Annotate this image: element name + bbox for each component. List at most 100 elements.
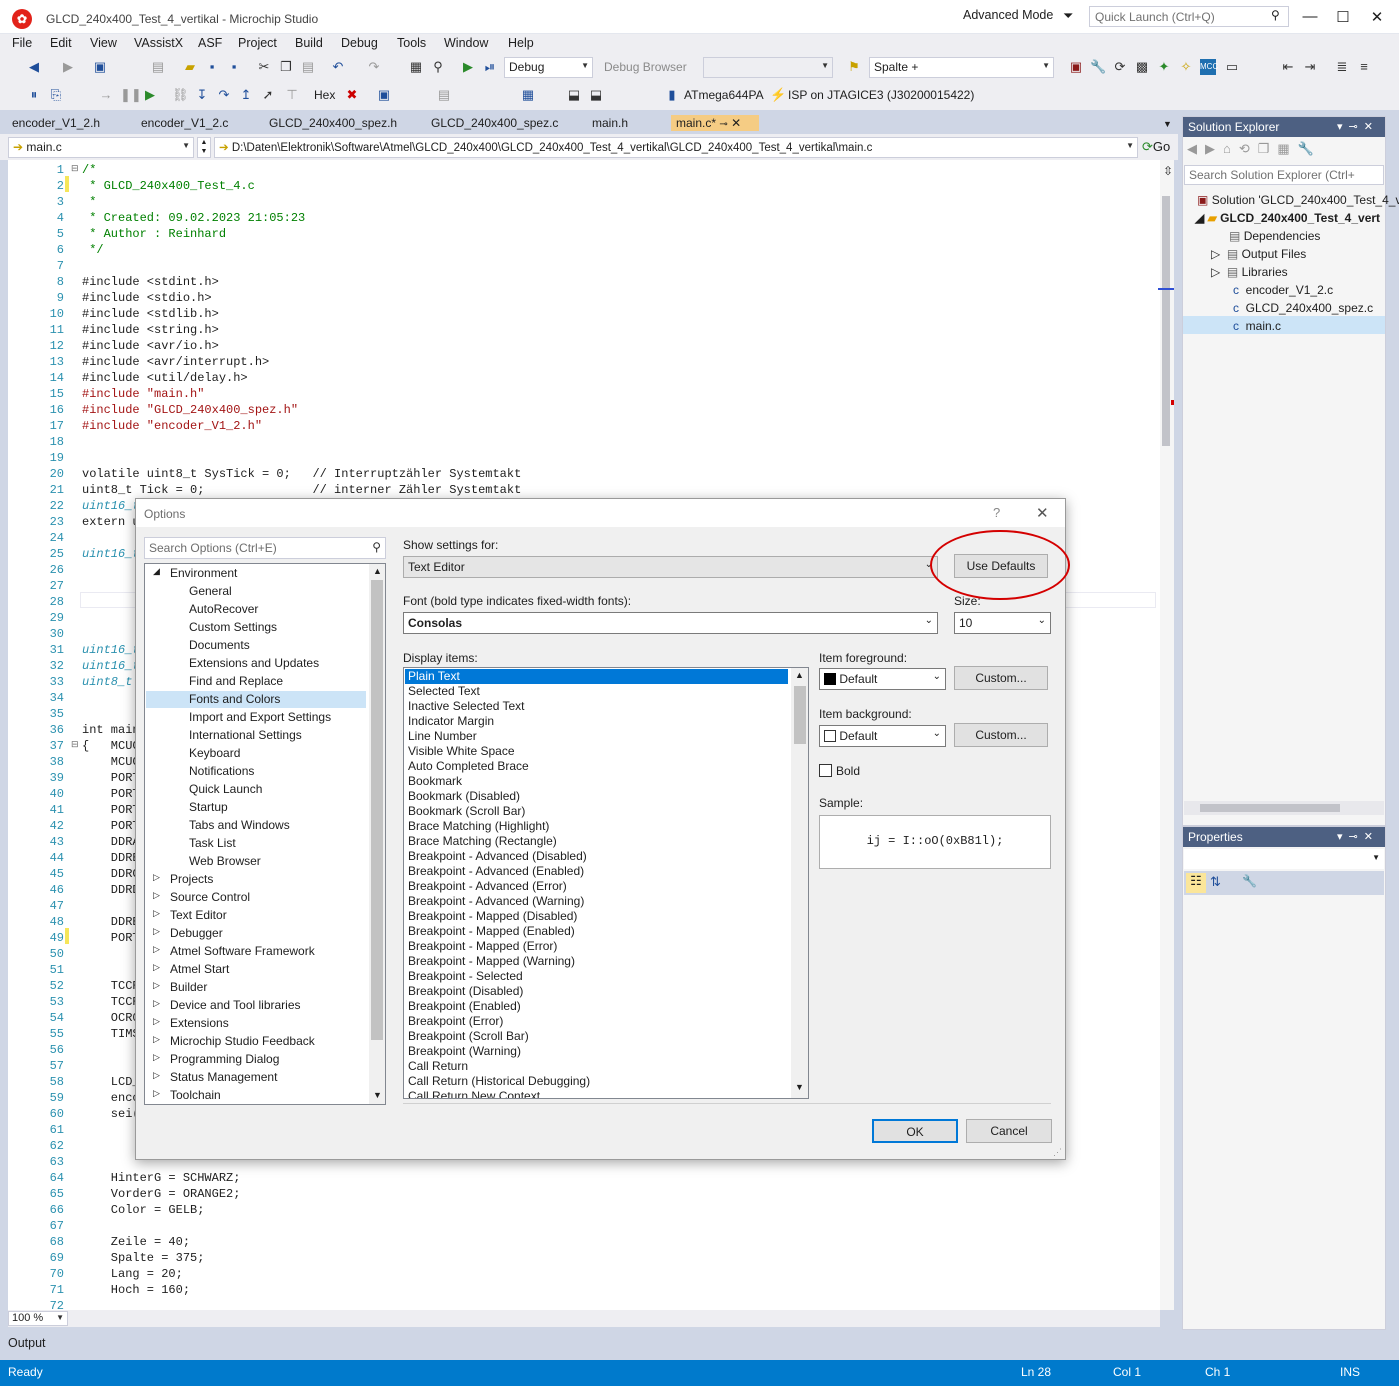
- code-line[interactable]: * Created: 09.02.2023 21:05:23: [82, 210, 305, 226]
- start-debugging-icon[interactable]: ▶: [460, 59, 476, 75]
- tree-solution[interactable]: ▣ Solution 'GLCD_240x400_Test_4_v: [1197, 193, 1399, 207]
- tools-icon[interactable]: 🔧: [1090, 59, 1106, 75]
- expand-icon[interactable]: ▷: [1211, 247, 1220, 261]
- scroll-up-icon[interactable]: ▲: [373, 566, 382, 576]
- scroll-thumb[interactable]: [794, 686, 806, 744]
- expand-icon[interactable]: ▷: [153, 1088, 160, 1099]
- tree-file-encoder[interactable]: c encoder_V1_2.c: [1233, 283, 1333, 297]
- code-line[interactable]: LCD_: [82, 1074, 140, 1090]
- forward-icon[interactable]: ▶: [60, 59, 76, 75]
- tab-glcd-spez-c[interactable]: GLCD_240x400_spez.c: [431, 116, 558, 130]
- resize-grip-icon[interactable]: ⋰: [1053, 1147, 1062, 1158]
- expand-icon[interactable]: ▷: [153, 926, 160, 937]
- processor-view-icon[interactable]: ▦: [520, 87, 536, 103]
- code-line[interactable]: #include <string.h>: [82, 322, 219, 338]
- property-pages-icon[interactable]: 🔧: [1242, 874, 1257, 888]
- menu-window[interactable]: Window: [444, 36, 488, 50]
- alphabetical-icon[interactable]: ⇅: [1210, 874, 1221, 890]
- se-toolbar[interactable]: ◀▶⌂⟲❐▦🔧: [1187, 141, 1322, 157]
- code-line[interactable]: DDRB: [82, 850, 140, 866]
- display-item[interactable]: Breakpoint - Advanced (Error): [408, 879, 567, 894]
- expand-icon[interactable]: ▷: [1211, 265, 1220, 279]
- maximize-button[interactable]: ☐: [1333, 8, 1353, 26]
- font-select[interactable]: Consolas ⌄: [403, 612, 938, 634]
- pause-icon[interactable]: ❚❚: [120, 87, 142, 103]
- code-line[interactable]: *: [82, 194, 96, 210]
- panel-controls-icon[interactable]: ▾⊸✕: [1337, 830, 1379, 843]
- tree-project[interactable]: ◢ ▰ GLCD_240x400_Test_4_vert: [1195, 211, 1380, 225]
- options-tree-item[interactable]: Fonts and Colors: [189, 692, 280, 706]
- expand-icon[interactable]: ▷: [153, 872, 160, 883]
- code-line[interactable]: uint16_t: [82, 642, 140, 658]
- display-item[interactable]: Call Return: [408, 1059, 468, 1074]
- add-item-icon[interactable]: ▤: [150, 59, 166, 75]
- code-line[interactable]: DDRD: [82, 882, 140, 898]
- display-items-list[interactable]: Call Return New Context Call Return (Hist…: [403, 667, 809, 1099]
- display-item[interactable]: Breakpoint - Selected: [408, 969, 523, 984]
- display-item[interactable]: Breakpoint (Warning): [408, 1044, 521, 1059]
- categorized-icon[interactable]: ☷: [1186, 873, 1206, 893]
- uncomment-icon[interactable]: ≡: [1356, 59, 1372, 75]
- break-all-icon[interactable]: ⏸: [26, 87, 42, 103]
- tree-output-files[interactable]: ▷ ▤ Output Files: [1211, 247, 1306, 261]
- display-item[interactable]: Breakpoint (Enabled): [408, 999, 521, 1014]
- code-line[interactable]: uint16_t: [82, 546, 140, 562]
- options-tree-item[interactable]: Toolchain: [170, 1088, 221, 1102]
- editor-vertical-scrollbar[interactable]: ⇳: [1160, 160, 1174, 1310]
- refresh-icon[interactable]: ⟳: [1112, 59, 1128, 75]
- quick-launch-input[interactable]: Quick Launch (Ctrl+Q): [1089, 6, 1289, 27]
- display-item[interactable]: Line Number: [408, 729, 477, 744]
- code-line[interactable]: #include <stdlib.h>: [82, 306, 219, 322]
- display-item[interactable]: Breakpoint - Mapped (Enabled): [408, 924, 575, 939]
- download-icon[interactable]: ⬓: [588, 87, 604, 103]
- code-line[interactable]: Hoch = 160;: [82, 1282, 190, 1298]
- code-line[interactable]: #include "main.h": [82, 386, 204, 402]
- code-line[interactable]: DDRC: [82, 866, 140, 882]
- expand-icon[interactable]: ▷: [153, 1016, 160, 1027]
- code-line[interactable]: int main: [82, 722, 140, 738]
- code-line[interactable]: sei(: [82, 1106, 140, 1122]
- display-item[interactable]: Bookmark (Disabled): [408, 789, 520, 804]
- expand-icon[interactable]: ◢: [1195, 211, 1204, 225]
- outdent-icon[interactable]: ⇤: [1280, 59, 1296, 75]
- editor-horizontal-scrollbar[interactable]: 100 % ▼: [8, 1310, 1160, 1327]
- options-tree-item[interactable]: Tabs and Windows: [189, 818, 290, 832]
- output-panel-tab[interactable]: Output: [0, 1330, 1178, 1360]
- go-button[interactable]: ⟳Go: [1142, 139, 1170, 155]
- output-label[interactable]: Output: [8, 1336, 46, 1350]
- step-over-icon[interactable]: ↷: [216, 87, 232, 103]
- disassembly-icon[interactable]: ⛓: [172, 87, 189, 103]
- options-tree-item[interactable]: AutoRecover: [189, 602, 258, 616]
- expand-icon[interactable]: ▷: [153, 1052, 160, 1063]
- code-line[interactable]: #include <util/delay.h>: [82, 370, 248, 386]
- wizard-icon[interactable]: ✧: [1178, 59, 1194, 75]
- code-line[interactable]: Lang = 20;: [82, 1266, 183, 1282]
- code-line[interactable]: { MCUC: [82, 738, 140, 754]
- display-item[interactable]: Call Return New Context: [408, 1089, 540, 1098]
- menu-view[interactable]: View: [90, 36, 117, 50]
- code-line[interactable]: Spalte = 375;: [82, 1250, 205, 1266]
- options-tree-item[interactable]: Extensions and Updates: [189, 656, 319, 670]
- options-tree-item[interactable]: General: [189, 584, 232, 598]
- step-out-icon[interactable]: ↥: [238, 87, 254, 103]
- menu-build[interactable]: Build: [295, 36, 323, 50]
- tree-dependencies[interactable]: ▤ Dependencies: [1229, 229, 1320, 243]
- zoom-select[interactable]: 100 % ▼: [8, 1311, 68, 1326]
- code-line[interactable]: uint8_t Tick = 0; // interner Zähler Sys…: [82, 482, 521, 498]
- code-line[interactable]: * Author : Reinhard: [82, 226, 226, 242]
- code-line[interactable]: DDRB: [82, 914, 140, 930]
- save-all-icon[interactable]: ▪: [226, 59, 242, 75]
- code-line[interactable]: uint16_t: [82, 658, 140, 674]
- code-line[interactable]: PORT: [82, 802, 140, 818]
- tab-main-h[interactable]: main.h: [592, 116, 628, 130]
- display-item[interactable]: Brace Matching (Highlight): [408, 819, 549, 834]
- configuration-select[interactable]: Debug ▼: [504, 57, 593, 78]
- menu-help[interactable]: Help: [508, 36, 534, 50]
- help-button[interactable]: ?: [993, 505, 1000, 520]
- scroll-down-icon[interactable]: ▼: [373, 1090, 382, 1100]
- expand-icon[interactable]: ▷: [153, 908, 160, 919]
- memory-icon[interactable]: ▤: [436, 87, 452, 103]
- code-line[interactable]: */: [82, 242, 103, 258]
- code-line[interactable]: #include "encoder_V1_2.h": [82, 418, 262, 434]
- find-icon[interactable]: ⚲: [430, 59, 446, 75]
